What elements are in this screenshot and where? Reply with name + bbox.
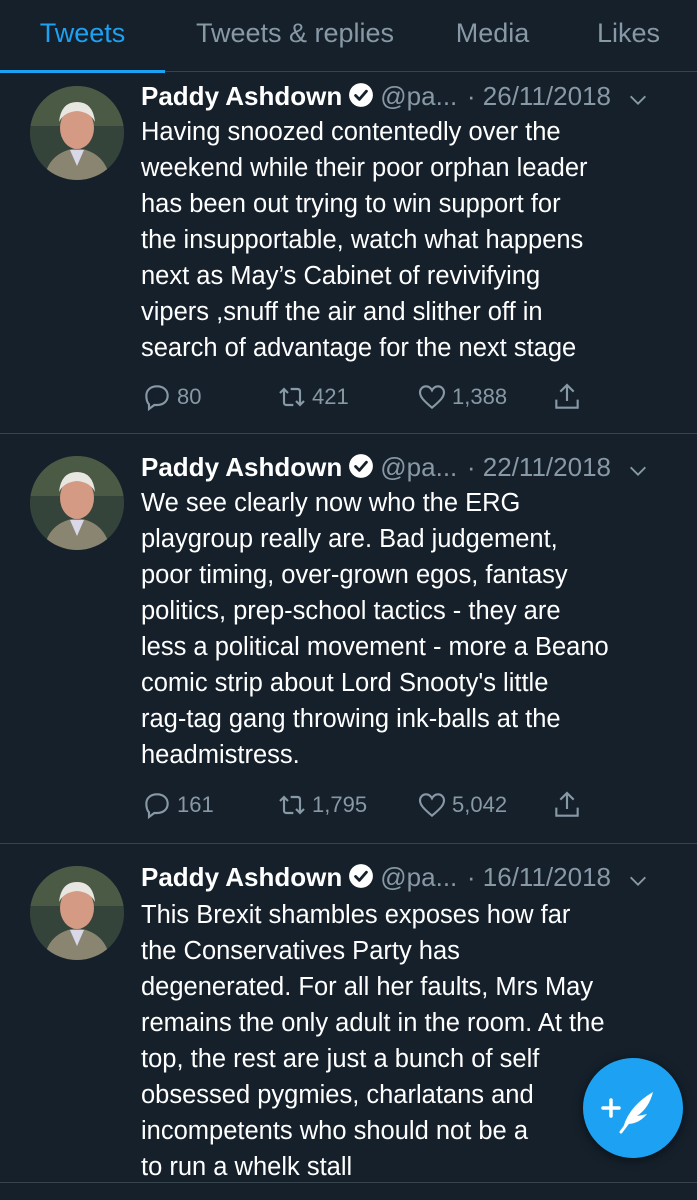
tweet-text-line: We see clearly now who the ERG bbox=[141, 489, 521, 517]
author-handle[interactable]: @pa... bbox=[380, 862, 457, 892]
like-count: 1,388 bbox=[452, 384, 508, 409]
tweet-text-line: search of advantage for the next stage bbox=[141, 334, 577, 362]
tweet[interactable]: Paddy Ashdown @pa... · 22/11/2018 We see … bbox=[0, 434, 697, 844]
tweet-text-line: comic strip about Lord Snooty's little bbox=[141, 669, 549, 697]
verified-badge-icon bbox=[349, 454, 374, 478]
verified-badge-icon bbox=[349, 83, 374, 107]
tweet-text-line: poor timing, over-grown egos, fantasy bbox=[141, 561, 568, 589]
heart-icon bbox=[418, 385, 446, 410]
tweet-actions: 80 421 1,388 bbox=[141, 381, 621, 421]
tweet-actions: 161 1,795 5,042 bbox=[141, 789, 621, 829]
reply-button[interactable]: 80 bbox=[141, 381, 201, 413]
chevron-down-icon[interactable] bbox=[627, 870, 649, 892]
like-button[interactable]: 5,042 bbox=[416, 789, 507, 821]
tweet-text: We see clearly now who the ERG playgroup… bbox=[141, 485, 671, 773]
retweet-count: 421 bbox=[312, 384, 349, 409]
tweet-text-line: vipers ,snuff the air and slither off in bbox=[141, 298, 543, 326]
author-name[interactable]: Paddy Ashdown bbox=[141, 862, 342, 892]
profile-tabs: Tweets Tweets & replies Media Likes bbox=[0, 0, 697, 73]
avatar[interactable] bbox=[30, 866, 124, 960]
tweet-text-line: playgroup really are. Bad judgement, bbox=[141, 525, 558, 553]
tweet-text-line: degenerated. For all her faults, Mrs May bbox=[141, 973, 594, 1001]
compose-tweet-button[interactable] bbox=[583, 1058, 683, 1158]
verified-badge-icon bbox=[349, 864, 374, 888]
share-icon bbox=[555, 791, 579, 817]
tweet-date[interactable]: · 26/11/2018 bbox=[467, 81, 611, 112]
tweet-text-line: weekend while their poor orphan leader bbox=[141, 154, 588, 182]
retweet-count: 1,795 bbox=[312, 792, 368, 817]
divider bbox=[0, 1182, 697, 1183]
author-handle[interactable]: @pa... bbox=[380, 81, 457, 111]
tweet-text-line: rag-tag gang throwing ink-balls at the bbox=[141, 705, 561, 733]
tweet-header: Paddy Ashdown @pa... · 16/11/2018 bbox=[141, 862, 677, 902]
tweet-text-line: the Conservatives Party has bbox=[141, 937, 460, 965]
share-icon bbox=[555, 383, 579, 409]
reply-count: 80 bbox=[177, 384, 202, 409]
retweet-icon bbox=[279, 387, 305, 407]
author-name[interactable]: Paddy Ashdown bbox=[141, 81, 342, 111]
tweet-text-line: Having snoozed contentedly over the bbox=[141, 118, 561, 146]
tweet-text-line: next as May’s Cabinet of revivifying bbox=[141, 262, 541, 290]
retweet-icon bbox=[279, 795, 305, 815]
author-name[interactable]: Paddy Ashdown bbox=[141, 452, 342, 482]
retweet-button[interactable]: 421 bbox=[276, 381, 349, 413]
share-button[interactable] bbox=[551, 381, 587, 413]
retweet-button[interactable]: 1,795 bbox=[276, 789, 367, 821]
heart-icon bbox=[418, 793, 446, 818]
author-handle[interactable]: @pa... bbox=[380, 452, 457, 482]
tweet-text: Having snoozed contentedly over the week… bbox=[141, 114, 671, 366]
reply-count: 161 bbox=[177, 792, 214, 817]
tweet-text-line: remains the only adult in the room. At t… bbox=[141, 1009, 605, 1037]
like-count: 5,042 bbox=[452, 792, 508, 817]
chevron-down-icon[interactable] bbox=[627, 460, 649, 482]
tweet[interactable]: Paddy Ashdown @pa... · 26/11/2018 Having … bbox=[0, 72, 697, 434]
avatar[interactable] bbox=[30, 456, 124, 550]
tweet-text-line: This Brexit shambles exposes how far bbox=[141, 901, 571, 929]
tab-media[interactable]: Media bbox=[425, 0, 560, 72]
share-button[interactable] bbox=[551, 789, 587, 821]
tab-likes[interactable]: Likes bbox=[560, 0, 697, 72]
tweet-date[interactable]: · 22/11/2018 bbox=[467, 452, 611, 483]
chevron-down-icon[interactable] bbox=[627, 89, 649, 111]
reply-button[interactable]: 161 bbox=[141, 789, 214, 821]
tweet-date[interactable]: · 16/11/2018 bbox=[467, 862, 611, 893]
tweet-text-line: politics, prep-school tactics - they are bbox=[141, 597, 561, 625]
reply-icon bbox=[145, 793, 169, 820]
tweet-text-line: has been out trying to win support for bbox=[141, 190, 561, 218]
avatar[interactable] bbox=[30, 86, 124, 180]
tweet-text-line: less a political movement - more a Beano bbox=[141, 633, 609, 661]
like-button[interactable]: 1,388 bbox=[416, 381, 507, 413]
tab-tweets[interactable]: Tweets bbox=[0, 0, 165, 73]
tweet-text-line: headmistress. bbox=[141, 741, 300, 769]
reply-icon bbox=[145, 385, 169, 412]
tweet-text-line: the insupportable, watch what happens bbox=[141, 226, 584, 254]
feather-plus-icon bbox=[601, 1092, 653, 1134]
tab-tweets-and-replies[interactable]: Tweets & replies bbox=[165, 0, 425, 72]
